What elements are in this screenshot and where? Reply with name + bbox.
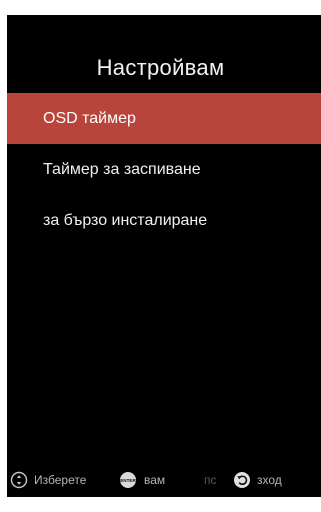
tv-settings-screen: Настройвам OSD таймер Таймер за заспиван…: [7, 15, 321, 497]
footer-hints: Изберете ENTER вам пс зход: [7, 468, 321, 492]
up-down-icon: [10, 471, 28, 489]
back-hint-label: зход: [257, 473, 282, 487]
settings-menu: OSD таймер Таймер за заспиване за бързо …: [7, 93, 321, 246]
select-hint-label: Изберете: [34, 473, 87, 487]
menu-title: Настройвам: [96, 55, 225, 80]
menu-item-osd-timer[interactable]: OSD таймер: [7, 93, 321, 144]
enter-hint-label: вам: [144, 473, 166, 487]
back-hint-fragment: пс: [204, 473, 217, 487]
menu-item-sleep-timer[interactable]: Таймер за заспиване: [7, 144, 321, 195]
menu-item-quick-install[interactable]: за бързо инсталиране: [7, 195, 321, 246]
enter-icon-text: ENTER: [120, 478, 136, 483]
enter-icon: ENTER: [119, 471, 137, 489]
return-icon: [233, 471, 251, 489]
